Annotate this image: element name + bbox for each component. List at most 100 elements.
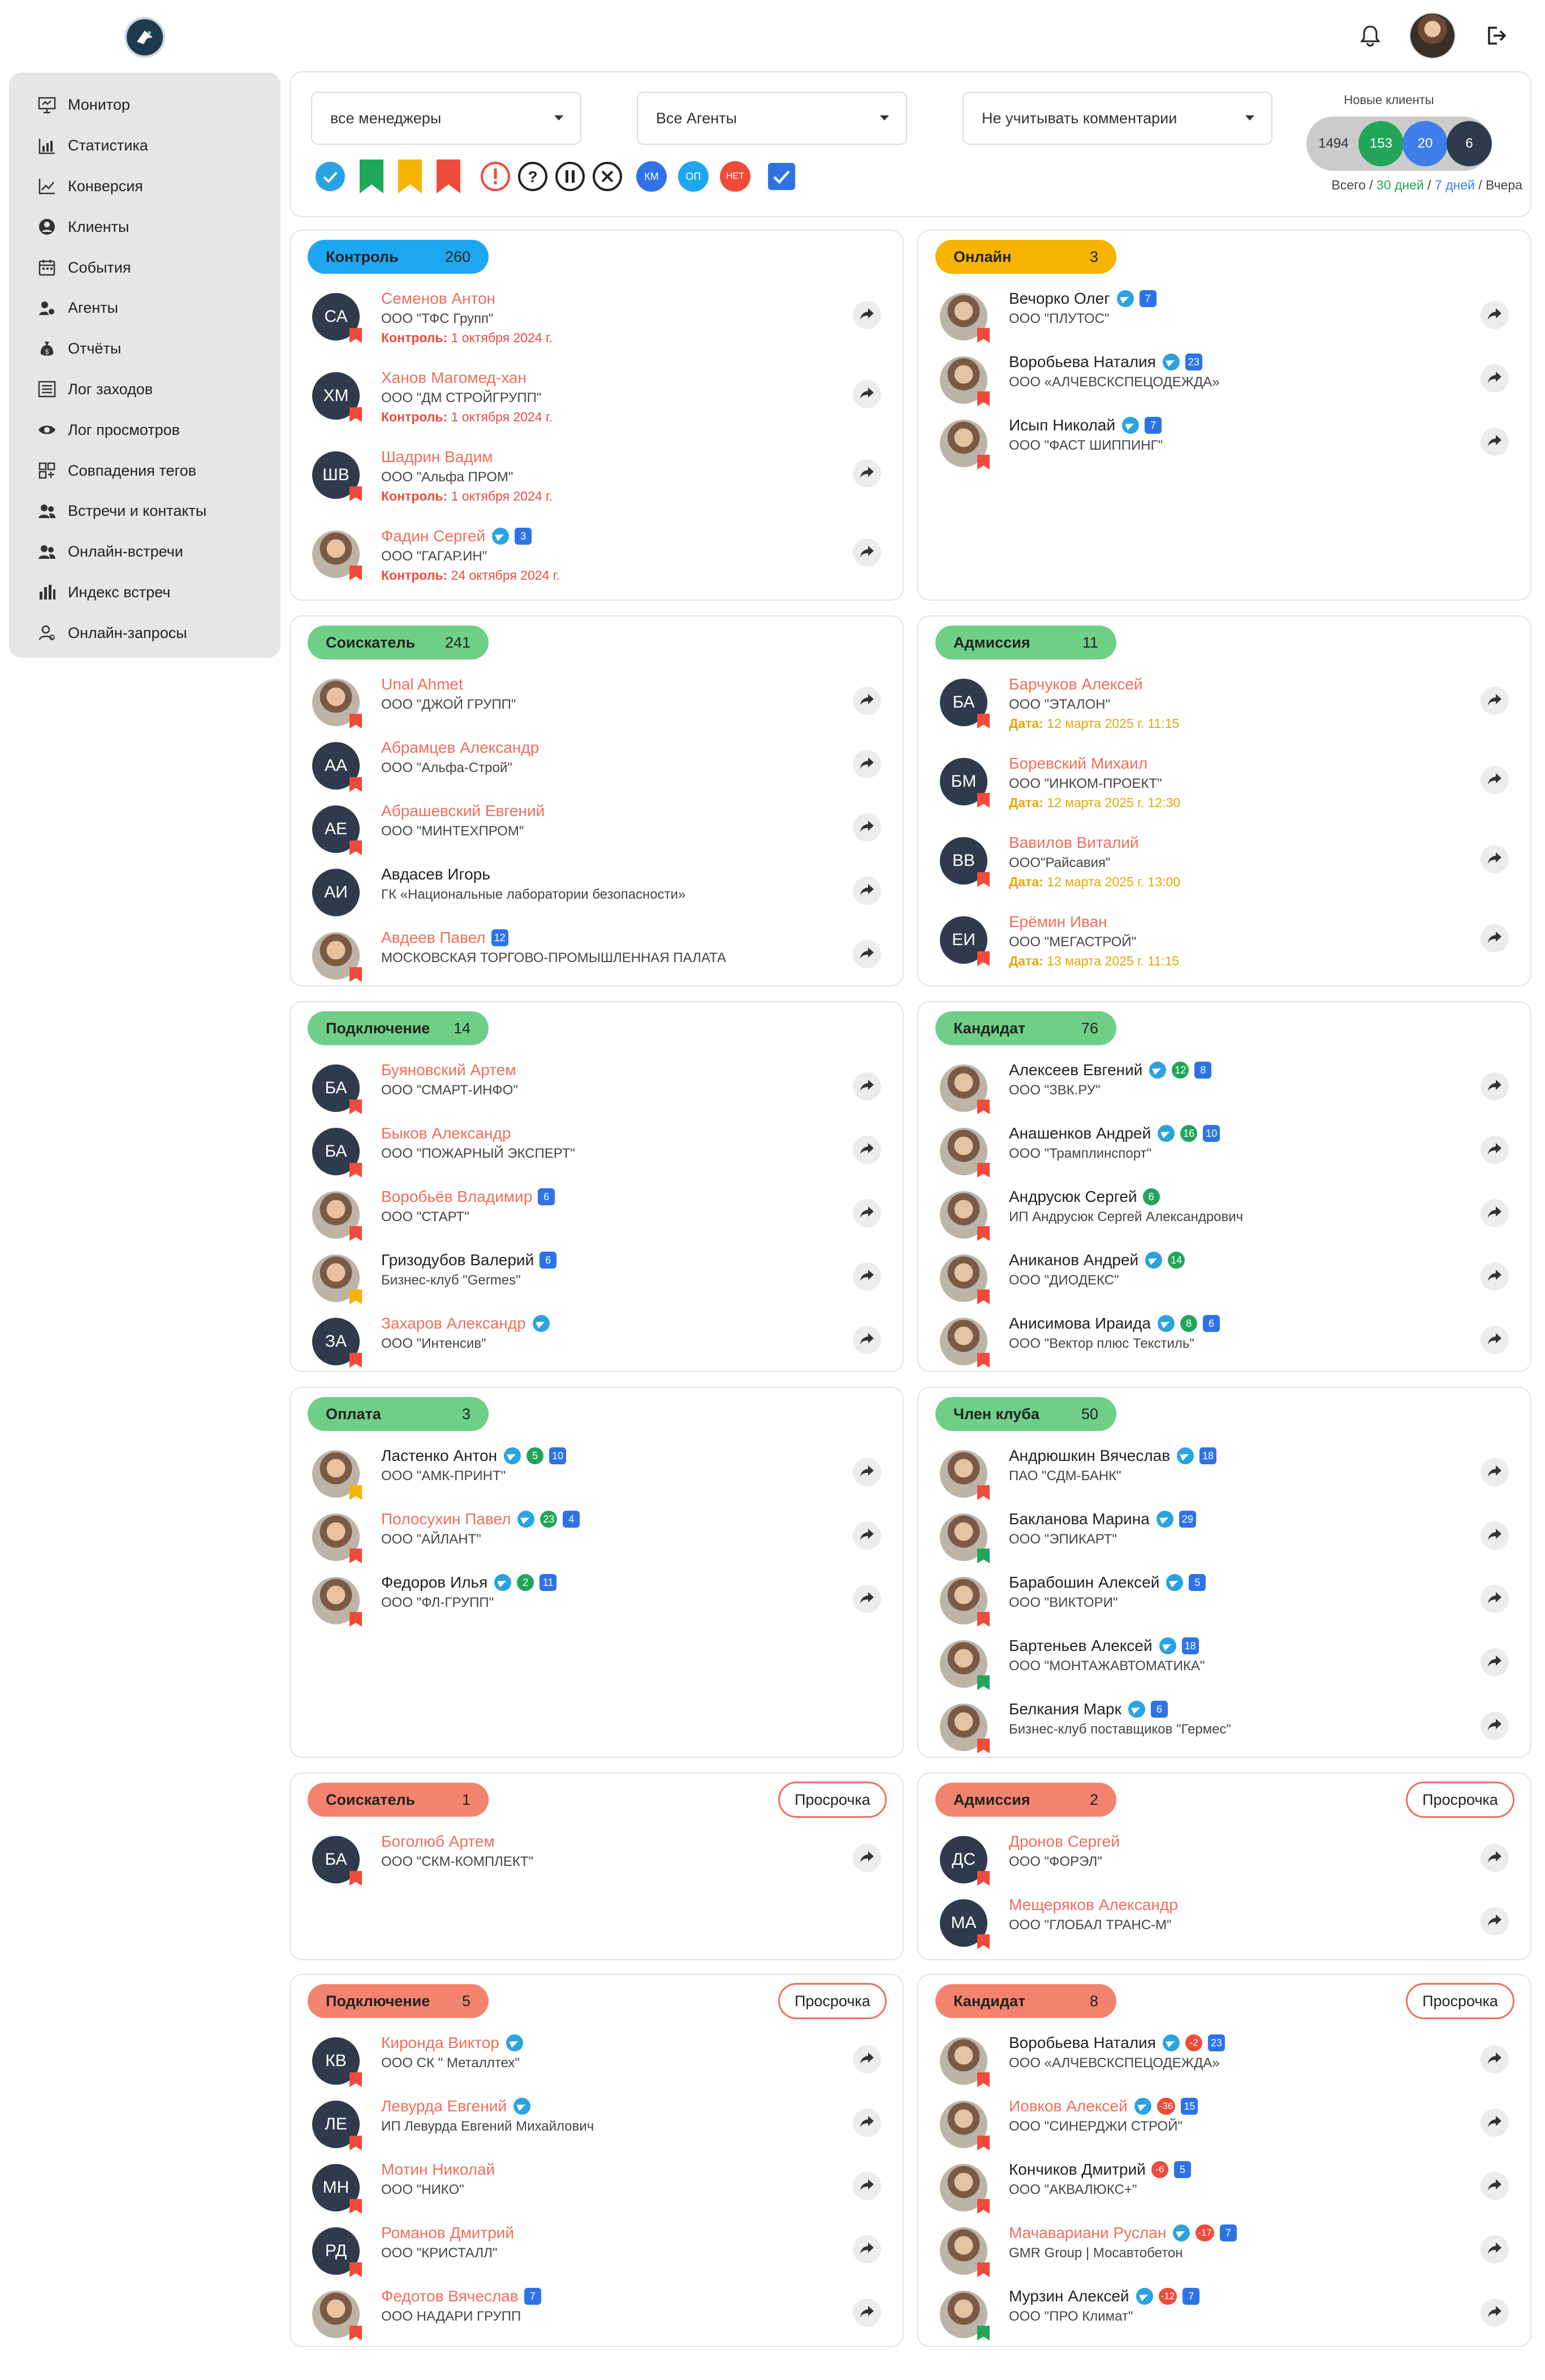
comments-select[interactable]: Не учитывать комментарии (963, 92, 1272, 145)
sidebar-item[interactable]: Индекс встреч (9, 572, 280, 613)
sidebar-item[interactable]: $ Отчёты (9, 329, 280, 369)
telegram-icon[interactable] (1159, 1637, 1176, 1654)
share-button[interactable] (1481, 766, 1509, 794)
client-row[interactable]: Полосухин Павел 23 4 ООО "АЙЛАНТ" (291, 1508, 903, 1571)
client-name[interactable]: Быков Александр (381, 1124, 511, 1142)
share-button[interactable] (853, 2172, 881, 2200)
client-name[interactable]: Андрюшкин Вячеслав 18 (1009, 1447, 1217, 1465)
share-button[interactable] (1481, 364, 1509, 393)
stage-pill[interactable]: Соискатель 241 (308, 626, 489, 659)
stage-pill[interactable]: Контроль 260 (308, 240, 489, 274)
sidebar-item[interactable]: Лог заходов (9, 369, 280, 410)
share-button[interactable] (1481, 1199, 1509, 1227)
client-name[interactable]: Алексеев Евгений 12 8 (1009, 1061, 1212, 1079)
share-button[interactable] (853, 2045, 881, 2073)
filter-check-circle-icon[interactable] (313, 159, 347, 193)
client-name[interactable]: Мотин Николай (381, 2161, 495, 2179)
client-row[interactable]: Ластенко Антон 5 10 ООО "АМК-ПРИНТ" (291, 1445, 903, 1508)
client-name[interactable]: Захаров Александр (381, 1314, 550, 1333)
client-name[interactable]: Шадрин Вадим (381, 448, 493, 466)
stage-pill[interactable]: Онлайн 3 (935, 240, 1116, 274)
yellow-bookmark-icon[interactable] (396, 159, 424, 193)
client-row[interactable]: БА Боголюб Артем ООО "СКМ-КОМПЛЕКТ" (291, 1830, 903, 1894)
telegram-icon[interactable] (1166, 1574, 1184, 1591)
client-row[interactable]: МА Мещеряков Александр ООО "ГЛОБАЛ ТРАНС-М… (918, 1894, 1530, 1957)
client-row[interactable]: ЗА Захаров Александр ООО "Интенсив" (291, 1312, 903, 1376)
green-bookmark-icon[interactable] (357, 159, 386, 193)
client-name[interactable]: Анашенков Андрей 16 10 (1009, 1124, 1220, 1142)
client-row[interactable]: Федоров Илья 2 11 ООО "ФЛ-ГРУПП" (291, 1571, 903, 1635)
share-button[interactable] (1481, 2045, 1509, 2073)
client-name[interactable]: Фадин Сергей 3 (381, 527, 532, 545)
telegram-icon[interactable] (532, 1315, 550, 1332)
telegram-icon[interactable] (1156, 1511, 1173, 1528)
agents-select[interactable]: Все Агенты (637, 92, 907, 145)
managers-select[interactable]: все менеджеры (311, 92, 581, 145)
client-row[interactable]: ЕИ Ерёмин Иван ООО "МЕГАСТРОЙ" Дата: 13 мар… (918, 911, 1530, 974)
client-name[interactable]: Авдасев Игорь (381, 865, 490, 883)
telegram-icon[interactable] (504, 1447, 521, 1464)
client-row[interactable]: Исып Николай 7 ООО "ФАСТ ШИППИНГ" (918, 414, 1530, 477)
client-row[interactable]: КВ Киронда Виктор ООО СК " Металлтех" (291, 2032, 903, 2095)
share-button[interactable] (1481, 301, 1509, 329)
new-clients-total[interactable]: 1494 (1311, 121, 1356, 166)
telegram-icon[interactable] (492, 528, 510, 545)
client-row[interactable]: АА Абрамцев Александр ООО "Альфа-Строй" (291, 736, 903, 800)
share-button[interactable] (853, 750, 881, 778)
share-button[interactable] (853, 538, 881, 567)
telegram-icon[interactable] (1162, 353, 1180, 370)
client-row[interactable]: Мачавариани Руслан -17 7 GMR Group | Мосавт… (918, 2222, 1530, 2285)
client-row[interactable]: СА Семенов Антон ООО "ТФС Групп" Контроль: … (291, 287, 903, 351)
share-button[interactable] (1481, 1521, 1509, 1550)
client-name[interactable]: Анисимова Ираида 8 6 (1009, 1314, 1220, 1333)
stage-pill[interactable]: Соискатель 1 (308, 1783, 489, 1817)
client-row[interactable]: ВВ Вавилов Виталий ООО"Райсавия" Дата: 12 м… (918, 831, 1530, 895)
client-row[interactable]: Гризодубов Валерий 6 Бизнес-клуб "Germes" (291, 1249, 903, 1312)
sidebar-item[interactable]: Онлайн-запросы (9, 613, 280, 653)
client-name[interactable]: Дронов Сергей (1009, 1833, 1120, 1851)
sidebar-item[interactable]: Встречи и контакты (9, 491, 280, 532)
client-name[interactable]: Ханов Магомед-хан (381, 369, 526, 387)
share-button[interactable] (1481, 1844, 1509, 1872)
sidebar-item[interactable]: Монитор (9, 85, 280, 126)
client-row[interactable]: БА Быков Александр ООО "ПОЖАРНЫЙ ЭКСПЕРТ" (291, 1122, 903, 1185)
share-button[interactable] (1481, 2172, 1509, 2200)
telegram-icon[interactable] (513, 2098, 530, 2115)
client-name[interactable]: Иовков Алексей -36 15 (1009, 2097, 1198, 2115)
logout-icon[interactable] (1482, 21, 1510, 50)
client-name[interactable]: Белкания Марк 6 (1009, 1700, 1168, 1718)
share-button[interactable] (1481, 428, 1509, 456)
client-name[interactable]: Боревский Михаил (1009, 754, 1147, 773)
client-row[interactable]: МН Мотин Николай ООО "НИКО" (291, 2158, 903, 2222)
client-row[interactable]: Воробьёв Владимир 6 ООО "СТАРТ" (291, 1185, 903, 1249)
share-button[interactable] (853, 459, 881, 488)
telegram-icon[interactable] (1162, 2034, 1180, 2051)
client-row[interactable]: Воробьева Наталия -2 23 ООО «АЛЧЕВСКСПЕЦОДЕ… (918, 2032, 1530, 2095)
client-name[interactable]: Мачавариани Руслан -17 7 (1009, 2224, 1237, 2242)
telegram-icon[interactable] (1157, 1315, 1175, 1332)
overdue-badge[interactable]: Просрочка (1406, 1782, 1514, 1818)
share-button[interactable] (1481, 845, 1509, 873)
client-name[interactable]: Барчуков Алексей (1009, 675, 1143, 693)
client-name[interactable]: Боголюб Артем (381, 1833, 495, 1851)
telegram-icon[interactable] (1134, 2098, 1151, 2115)
share-button[interactable] (853, 1458, 881, 1486)
new-clients-30-days[interactable]: 153 (1358, 121, 1404, 166)
client-name[interactable]: Буяновский Артем (381, 1061, 516, 1079)
share-button[interactable] (853, 1585, 881, 1613)
user-avatar[interactable] (1409, 12, 1456, 59)
share-button[interactable] (1481, 2299, 1509, 2327)
overdue-badge[interactable]: Просрочка (778, 1782, 887, 1818)
share-button[interactable] (853, 1326, 881, 1354)
share-button[interactable] (853, 2299, 881, 2327)
client-row[interactable]: ЛЕ Левурда Евгений ИП Левурда Евгений Миха… (291, 2095, 903, 2158)
client-row[interactable]: Фадин Сергей 3 ООО "ГАГАР.ИН" Контроль: 24 … (291, 525, 903, 588)
client-name[interactable]: Вечорко Олег 7 (1009, 290, 1156, 308)
client-name[interactable]: Бакланова Марина 29 (1009, 1510, 1196, 1528)
new-clients-yesterday[interactable]: 6 (1447, 121, 1492, 166)
client-row[interactable]: Барабошин Алексей 5 ООО "ВИКТОРИ" (918, 1571, 1530, 1635)
client-row[interactable]: ШВ Шадрин Вадим ООО "Альфа ПРОМ" Контроль: … (291, 446, 903, 509)
telegram-icon[interactable] (1116, 290, 1134, 307)
client-name[interactable]: Мурзин Алексей -12 7 (1009, 2287, 1200, 2305)
share-button[interactable] (1481, 1136, 1509, 1164)
